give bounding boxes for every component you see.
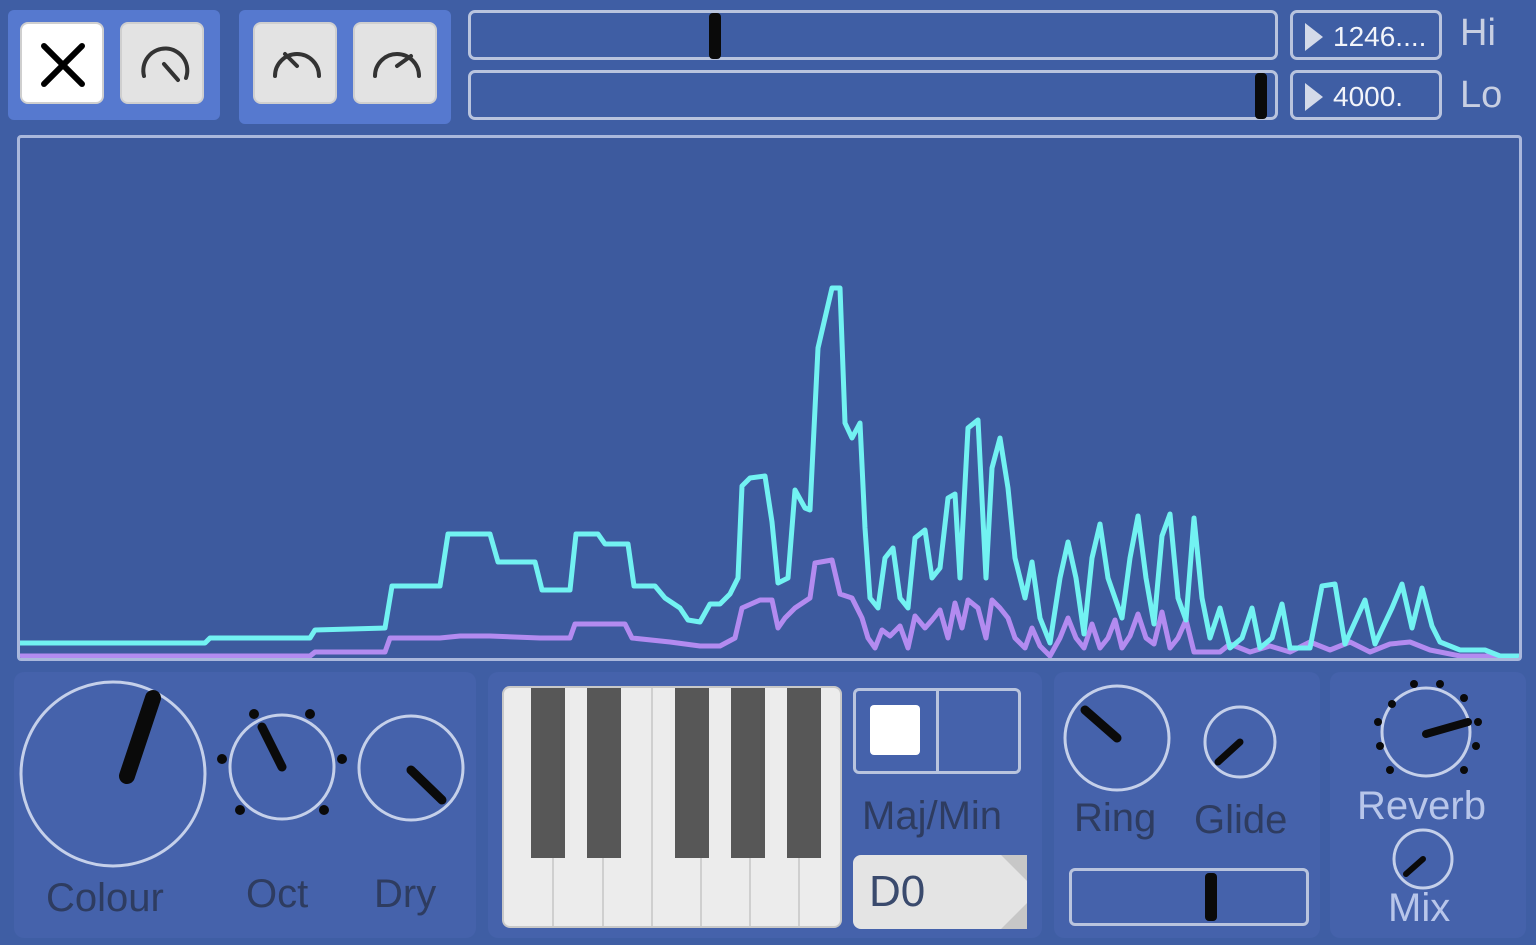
spectrum-purple-line [20, 557, 1519, 658]
glide-knob[interactable] [1200, 702, 1284, 786]
black-key[interactable] [675, 688, 709, 858]
mix-knob[interactable] [1390, 826, 1458, 894]
maj-min-toggle[interactable] [853, 688, 1021, 774]
toggle-indicator [870, 705, 920, 755]
note-value: D0 [869, 867, 926, 916]
glide-slider[interactable] [1069, 868, 1309, 926]
dial-icon [141, 46, 190, 82]
close-button[interactable] [20, 22, 104, 104]
white-key-divider [651, 688, 653, 926]
black-key[interactable] [787, 688, 821, 858]
glide-label: Glide [1194, 798, 1288, 842]
spectrum-display [17, 135, 1522, 661]
reverb-label: Reverb [1357, 784, 1486, 828]
hi-slider[interactable] [468, 10, 1278, 60]
mix-label: Mix [1388, 886, 1451, 930]
dial-low-icon [273, 52, 321, 78]
ring-label: Ring [1074, 796, 1157, 840]
black-key[interactable] [731, 688, 765, 858]
dial-button[interactable] [120, 22, 204, 104]
play-arrow-icon [1305, 83, 1323, 111]
dry-knob[interactable] [354, 712, 474, 832]
play-arrow-icon [1305, 23, 1323, 51]
colour-knob[interactable] [15, 678, 215, 878]
lo-label: Lo [1460, 74, 1503, 116]
close-icon [41, 43, 85, 87]
black-key[interactable] [531, 688, 565, 858]
lo-value: 4000. [1333, 81, 1404, 112]
glide-slider-handle[interactable] [1205, 873, 1217, 921]
maj-min-label: Maj/Min [862, 794, 1003, 838]
note-selector[interactable]: D0 [853, 855, 1027, 929]
spectrum-graph [20, 285, 1519, 658]
toggle-divider [936, 691, 939, 771]
piano-keyboard[interactable] [502, 686, 842, 928]
lo-value-box[interactable]: 4000. [1290, 70, 1442, 120]
dial-high-button[interactable] [353, 22, 437, 104]
oct-label: Oct [246, 872, 309, 916]
hi-value: 1246.... [1333, 21, 1427, 52]
hi-slider-handle[interactable] [709, 13, 721, 59]
reverb-knob[interactable] [1368, 676, 1488, 786]
dial-high-icon [373, 52, 421, 78]
dry-label: Dry [374, 872, 437, 916]
lo-slider[interactable] [468, 70, 1278, 120]
colour-label: Colour [46, 876, 164, 920]
ring-knob[interactable] [1061, 682, 1177, 798]
black-key[interactable] [587, 688, 621, 858]
oct-knob[interactable] [214, 702, 354, 832]
corner-notch [1001, 855, 1027, 881]
dial-low-button[interactable] [253, 22, 337, 104]
hi-value-box[interactable]: 1246.... [1290, 10, 1442, 60]
hi-label: Hi [1460, 12, 1496, 54]
corner-notch [1001, 903, 1027, 929]
lo-slider-handle[interactable] [1255, 73, 1267, 119]
